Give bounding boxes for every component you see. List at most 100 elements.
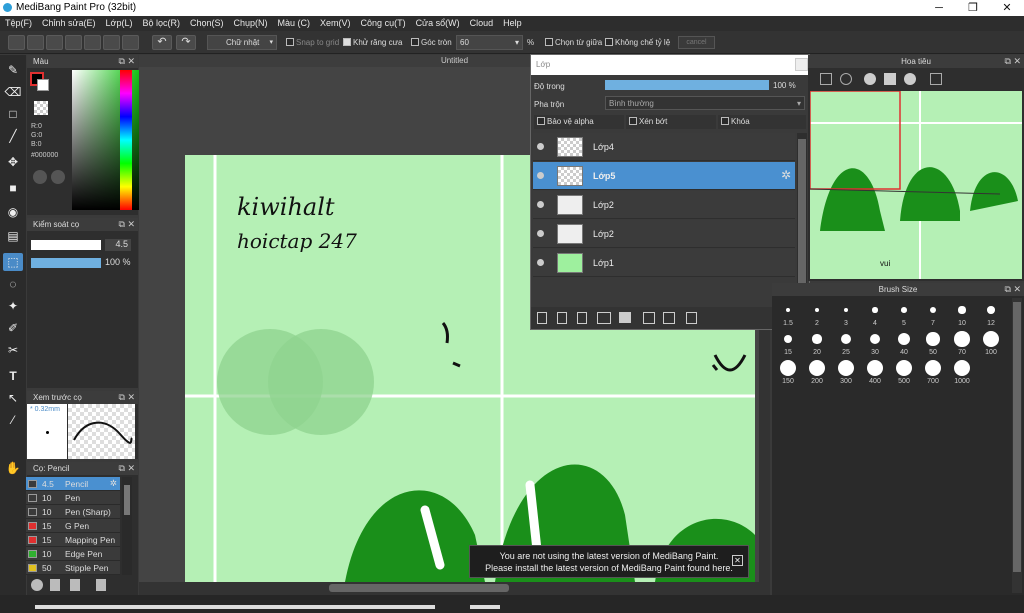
brush-size-option[interactable]: 500 — [890, 356, 918, 385]
flip-icon[interactable] — [930, 73, 942, 85]
round-value-input[interactable]: 60 ▾ — [456, 35, 523, 50]
menu-color[interactable]: Màu (C) — [273, 16, 316, 31]
menu-edit[interactable]: Chỉnh sửa(E) — [37, 16, 101, 31]
eye-icon[interactable] — [537, 201, 544, 208]
eyedropper-icon[interactable]: ⁄ — [3, 411, 23, 429]
brush-size-option[interactable]: 15 — [774, 327, 802, 356]
menu-filter[interactable]: Bộ lọc(R) — [137, 16, 185, 31]
redo-icon[interactable]: ↷ — [176, 35, 196, 50]
brush-size-option[interactable]: 25 — [832, 327, 860, 356]
move-tool-icon[interactable]: ✥ — [3, 153, 23, 171]
layer-scrollbar[interactable] — [797, 133, 807, 303]
color-picker-icon[interactable] — [51, 170, 65, 184]
minimize-icon[interactable]: ─ — [924, 0, 954, 16]
layer-row[interactable]: Lớp2 — [533, 191, 795, 219]
new-mono-layer-icon[interactable] — [577, 312, 587, 324]
select-center-checkbox[interactable]: Chọn từ giữa — [545, 38, 602, 47]
gear-icon[interactable]: ✲ — [781, 168, 791, 182]
brush-item-stipple-pen[interactable]: 50 Stipple Pen — [26, 561, 120, 575]
folder-icon[interactable] — [619, 312, 631, 323]
hue-slider[interactable] — [120, 70, 132, 210]
new-halftone-layer-icon[interactable] — [557, 312, 567, 324]
duplicate-layer-icon[interactable] — [643, 312, 655, 324]
blend-mode-select[interactable]: Bình thường ▾ — [605, 96, 805, 110]
eye-icon[interactable] — [537, 143, 544, 150]
brush-size-option[interactable]: 200 — [803, 356, 831, 385]
magic-wand-icon[interactable]: ✦ — [3, 297, 23, 315]
reset-icon[interactable] — [884, 73, 896, 85]
lock-checkbox[interactable]: Khóa — [718, 115, 806, 129]
speech-icon[interactable] — [65, 35, 82, 50]
update-notice[interactable]: You are not using the latest version of … — [469, 545, 749, 578]
panel-icon[interactable] — [122, 35, 139, 50]
fill-rect-tool-icon[interactable]: ■ — [3, 179, 23, 197]
brush-size-option[interactable]: 100 — [977, 327, 1005, 356]
shape-tool-icon[interactable]: □ — [3, 105, 23, 123]
page-icon[interactable] — [84, 35, 101, 50]
trash-icon[interactable] — [686, 312, 697, 324]
snap-to-grid-checkbox[interactable]: Snap to grid — [286, 38, 339, 47]
brush-size-option[interactable]: 3 — [832, 298, 860, 327]
palette-icon[interactable] — [33, 170, 47, 184]
no-ratio-checkbox[interactable]: Không chế tỷ lệ — [605, 38, 670, 47]
close-icon[interactable]: ⧉ ✕ — [1005, 55, 1021, 68]
brush-item-edge-pen[interactable]: 10 Edge Pen — [26, 547, 120, 561]
lasso-tool-icon[interactable]: ◌ — [3, 275, 23, 293]
menu-capture[interactable]: Chụp(N) — [229, 16, 273, 31]
add-brush-icon[interactable] — [31, 579, 43, 591]
text-tool-icon[interactable]: T — [3, 367, 23, 385]
selection-shape-select[interactable]: Chữ nhật ▾ — [207, 35, 277, 50]
merge-layer-icon[interactable] — [663, 312, 675, 324]
close-icon[interactable]: ✕ — [992, 0, 1022, 16]
operation-tool-icon[interactable]: ↖ — [3, 389, 23, 407]
new-brush-icon[interactable] — [50, 579, 60, 591]
menu-tools[interactable]: Công cụ(T) — [356, 16, 411, 31]
zoom-out-icon[interactable] — [840, 73, 852, 85]
protect-alpha-checkbox[interactable]: Bảo vệ alpha — [534, 115, 624, 129]
layer-opacity-slider[interactable] — [605, 80, 769, 90]
brush-settings-icon[interactable] — [96, 579, 106, 591]
canvas-hscroll[interactable] — [139, 582, 770, 595]
cancel-button[interactable]: cancel — [678, 36, 715, 49]
round-corner-checkbox[interactable]: Góc tròn — [411, 38, 452, 47]
brush-size-option[interactable]: 5 — [890, 298, 918, 327]
brush-size-option[interactable]: 50 — [919, 327, 947, 356]
brush-item-pencil[interactable]: 4.5 Pencil ✲ — [26, 477, 120, 491]
hand-tool-icon[interactable]: ✋ — [3, 459, 23, 477]
eraser-tool-icon[interactable]: ⌫ — [3, 83, 23, 101]
navigator-thumbnail[interactable]: vui — [810, 91, 1022, 279]
close-icon[interactable]: ⧉ ✕ — [1005, 283, 1021, 296]
new-layer-icon[interactable] — [537, 312, 547, 324]
eye-icon[interactable] — [537, 230, 544, 237]
menu-layer[interactable]: Lớp(L) — [101, 16, 138, 31]
cloud-icon[interactable] — [8, 35, 25, 50]
brush-size-option[interactable]: 1000 — [948, 356, 976, 385]
gradient-tool-icon[interactable]: ▤ — [3, 227, 23, 245]
layer-row-selected[interactable]: Lớp5 ✲ — [533, 162, 795, 190]
add-layer-dropdown-icon[interactable] — [597, 312, 611, 324]
brush-item-pen[interactable]: 10 Pen — [26, 491, 120, 505]
select-tool-icon[interactable]: ⬚ — [3, 253, 23, 271]
rotate-left-icon[interactable] — [864, 73, 876, 85]
brush-size-option[interactable]: 30 — [861, 327, 889, 356]
menu-select[interactable]: Chọn(S) — [185, 16, 229, 31]
transparent-color-swatch[interactable] — [34, 101, 48, 115]
brush-size-option[interactable]: 1.5 — [774, 298, 802, 327]
undo-icon[interactable]: ↶ — [152, 35, 172, 50]
close-icon[interactable] — [795, 58, 808, 71]
select-pen-icon[interactable]: ✐ — [3, 319, 23, 337]
maximize-icon[interactable]: ❐ — [958, 0, 988, 16]
grid-icon[interactable] — [103, 35, 120, 50]
brush-item-mapping-pen[interactable]: 15 Mapping Pen — [26, 533, 120, 547]
comment-icon[interactable] — [46, 35, 63, 50]
brush-size-option[interactable]: 12 — [977, 298, 1005, 327]
antialias-checkbox[interactable]: Khử răng cưa — [343, 38, 402, 47]
layer-row[interactable]: Lớp1 — [533, 249, 795, 277]
brush-size-option[interactable]: 700 — [919, 356, 947, 385]
brush-size-option[interactable]: 4 — [861, 298, 889, 327]
eye-icon[interactable] — [537, 172, 544, 179]
brush-opacity-slider[interactable] — [31, 258, 101, 268]
import-brush-icon[interactable] — [70, 579, 80, 591]
rotate-right-icon[interactable] — [904, 73, 916, 85]
brush-item-g-pen[interactable]: 15 G Pen — [26, 519, 120, 533]
